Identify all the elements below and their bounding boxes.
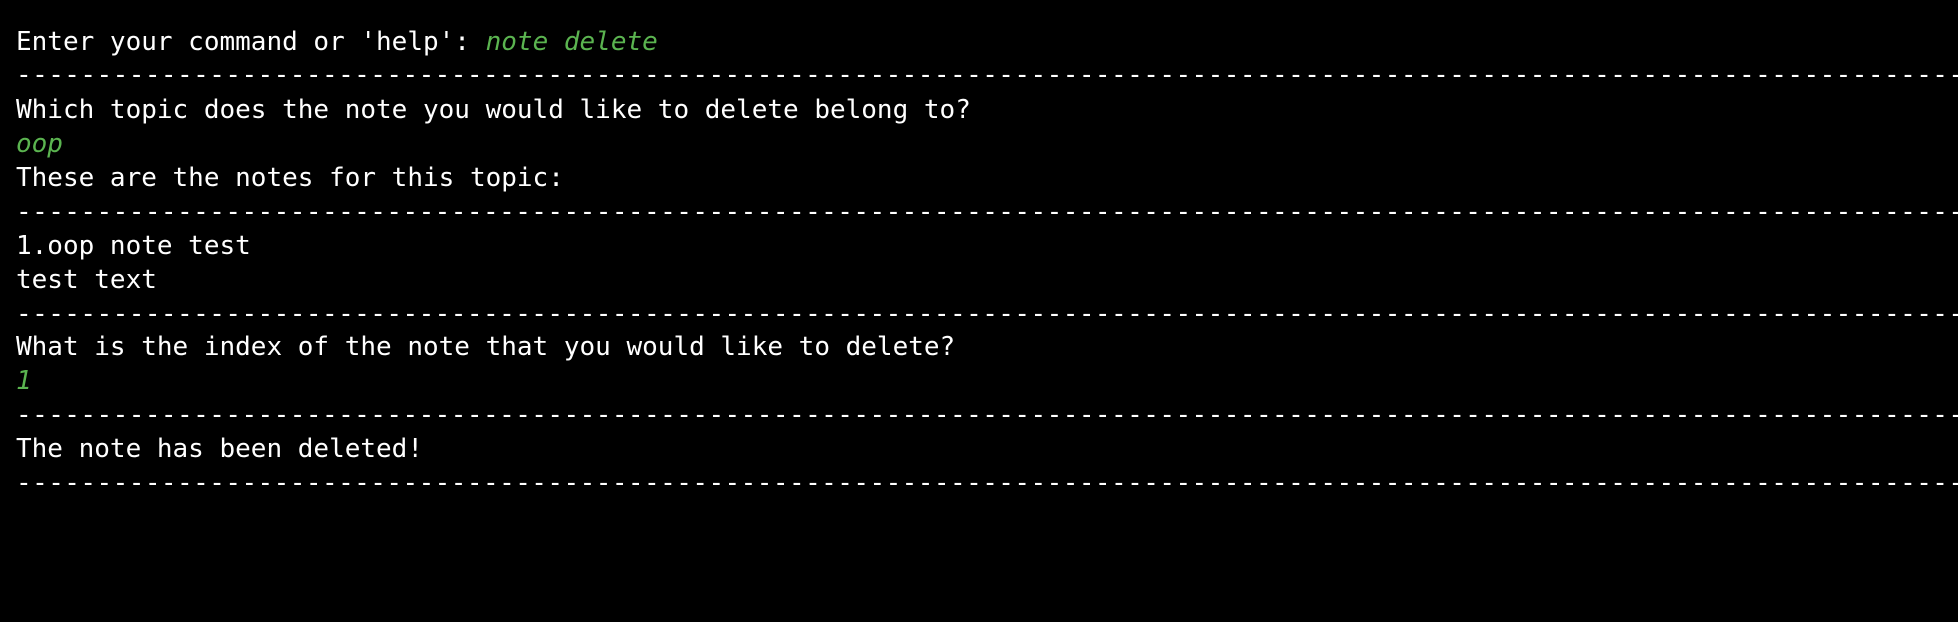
command-prompt-line: Enter your command or 'help': note delet… [16, 21, 1958, 63]
note-body: test text [16, 265, 157, 295]
separator-line: ----------------------------------------… [16, 199, 1958, 225]
command-prompt-label: Enter your command or 'help': [16, 27, 486, 57]
separator-line: ----------------------------------------… [16, 0, 1958, 4]
separator-line: ----------------------------------------… [16, 402, 1958, 428]
notes-header: These are the notes for this topic: [16, 163, 564, 193]
separator-line: ----------------------------------------… [16, 470, 1958, 496]
separator-line: ----------------------------------------… [16, 63, 1958, 87]
terminal-output[interactable]: ----------------------------------------… [0, 0, 1958, 608]
command-input: note delete [485, 27, 658, 57]
separator-line: ----------------------------------------… [16, 301, 1958, 327]
result-message: The note has been deleted! [16, 434, 423, 464]
